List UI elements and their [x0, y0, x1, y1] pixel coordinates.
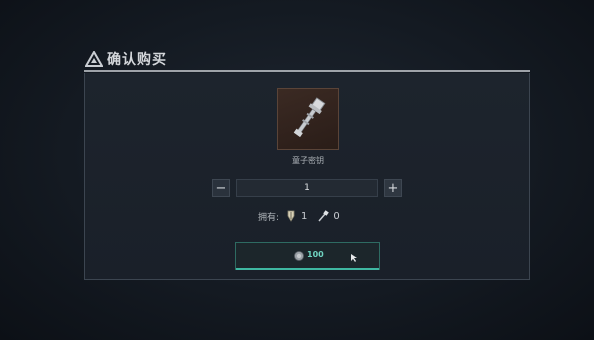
- owned-count-1: 1: [301, 210, 308, 222]
- owned-row: 拥有: 1 0: [258, 209, 350, 223]
- dialog-title: 确认购买: [107, 52, 167, 68]
- coin-icon: [294, 251, 304, 261]
- key-item-icon: [293, 97, 326, 138]
- quantity-stepper: − 1 +: [212, 179, 402, 197]
- key-icon: [318, 210, 330, 222]
- dialog-title-bar: 确认购买: [85, 50, 167, 68]
- mouse-cursor-icon: [351, 254, 357, 262]
- triangle-logo-icon: [85, 51, 103, 67]
- title-divider: [84, 70, 530, 72]
- decrease-button[interactable]: −: [212, 179, 230, 197]
- price-label: 100: [307, 250, 324, 259]
- quantity-input[interactable]: 1: [236, 179, 378, 197]
- shield-badge-icon: [287, 210, 295, 222]
- owned-label: 拥有:: [258, 212, 280, 223]
- confirm-purchase-button[interactable]: 100: [235, 242, 380, 270]
- owned-count-2: 0: [333, 210, 340, 222]
- item-name: 童子密钥: [292, 156, 324, 165]
- item-thumbnail: [277, 88, 339, 150]
- increase-button[interactable]: +: [384, 179, 402, 197]
